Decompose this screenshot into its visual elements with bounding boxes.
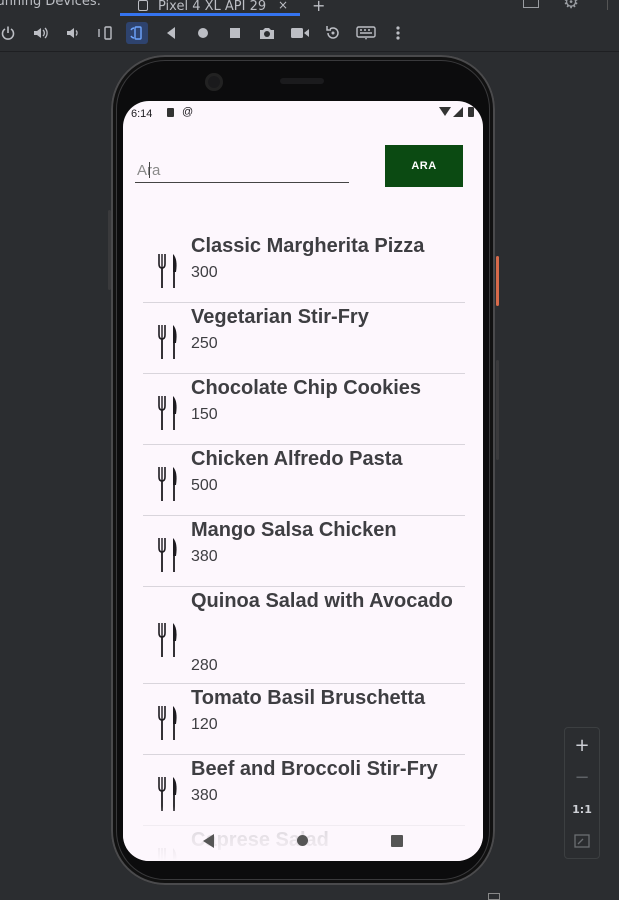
bottom-strip (0, 890, 619, 898)
system-nav-bar (123, 821, 483, 861)
zoom-controls: + − 1:1 (564, 727, 600, 859)
recipe-calories: 120 (191, 716, 218, 733)
recipe-item[interactable]: Tomato Basil Bruschetta 120 (143, 683, 465, 755)
gear-icon[interactable]: ⚙ (563, 0, 579, 13)
recipe-list[interactable]: Classic Margherita Pizza 300 Vegetarian St… (143, 101, 465, 861)
battery-icon (468, 107, 474, 117)
power-icon[interactable] (0, 22, 19, 44)
device-toolbar (0, 17, 619, 52)
recipe-title: Classic Margherita Pizza (191, 235, 425, 257)
device-icon (138, 0, 148, 11)
back-icon[interactable] (160, 22, 182, 44)
overview-icon[interactable] (224, 22, 246, 44)
recipe-calories: 380 (191, 787, 218, 804)
recipe-calories: 300 (191, 264, 218, 281)
speaker-grille (280, 78, 324, 84)
active-tab-indicator (120, 13, 300, 16)
nav-home-icon[interactable] (297, 835, 308, 846)
home-icon[interactable] (192, 22, 214, 44)
recipe-title: Vegetarian Stir-Fry (191, 306, 369, 328)
recipe-title: Beef and Broccoli Stir-Fry (191, 758, 438, 780)
fork-knife-icon (157, 705, 179, 741)
fork-knife-icon (157, 395, 179, 431)
keyboard-icon[interactable] (355, 22, 377, 44)
recipe-item[interactable]: Vegetarian Stir-Fry 250 (143, 302, 465, 374)
rotate-left-icon[interactable] (94, 22, 116, 44)
recipe-calories: 500 (191, 477, 218, 494)
recipe-item[interactable]: Quinoa Salad with Avocado 280 (143, 586, 465, 684)
recipe-item[interactable]: Classic Margherita Pizza 300 (143, 231, 465, 303)
recipe-title: Chicken Alfredo Pasta (191, 448, 403, 470)
status-indicator-icon (488, 893, 500, 900)
zoom-fit-icon[interactable] (565, 826, 599, 856)
camera-icon[interactable] (256, 22, 278, 44)
rotate-right-icon[interactable] (126, 22, 148, 44)
tab-running-devices[interactable]: Running Devices: (0, 0, 101, 9)
window-icon[interactable] (523, 0, 539, 8)
nav-back-icon[interactable] (203, 834, 214, 848)
ide-tab-bar: Running Devices: Pixel 4 XL API 29 × + ⚙ (0, 0, 619, 16)
more-icon[interactable] (387, 22, 409, 44)
camera-lens-icon (205, 73, 223, 91)
recipe-calories: 250 (191, 335, 218, 352)
recipe-item[interactable]: Chocolate Chip Cookies 150 (143, 373, 465, 445)
close-icon[interactable]: × (278, 0, 288, 12)
tab-device-label: Pixel 4 XL API 29 (158, 0, 267, 14)
recipe-title: Quinoa Salad with Avocado (191, 590, 453, 612)
restore-icon[interactable] (322, 22, 344, 44)
add-tab-button[interactable]: + (312, 0, 325, 15)
recipe-calories: 150 (191, 406, 218, 423)
zoom-out-button[interactable]: − (565, 762, 599, 792)
screen-record-icon[interactable] (289, 22, 311, 44)
recipe-calories: 380 (191, 548, 218, 565)
fork-knife-icon (157, 537, 179, 573)
recipe-item[interactable]: Chicken Alfredo Pasta 500 (143, 444, 465, 516)
recipe-title: Chocolate Chip Cookies (191, 377, 422, 399)
recipe-title: Mango Salsa Chicken (191, 519, 397, 541)
zoom-actual-size-button[interactable]: 1:1 (565, 794, 599, 824)
recipe-item[interactable]: Mango Salsa Chicken 380 (143, 515, 465, 587)
recipe-calories: 280 (191, 657, 218, 674)
nav-recents-icon[interactable] (391, 835, 403, 847)
divider (607, 0, 608, 10)
fork-knife-icon (157, 324, 179, 360)
volume-side-button[interactable] (496, 360, 499, 460)
fork-knife-icon (157, 466, 179, 502)
power-side-button[interactable] (496, 256, 499, 306)
left-side-button (108, 210, 111, 290)
recipe-title: Tomato Basil Bruschetta (191, 687, 426, 709)
zoom-in-button[interactable]: + (565, 730, 599, 760)
fork-knife-icon (157, 253, 179, 289)
volume-up-icon[interactable] (30, 22, 52, 44)
fork-knife-icon (157, 622, 179, 658)
device-screen: 6:14 @ ARA Classic Margherita Pizza300Ve… (123, 101, 483, 861)
volume-down-icon[interactable] (62, 22, 84, 44)
